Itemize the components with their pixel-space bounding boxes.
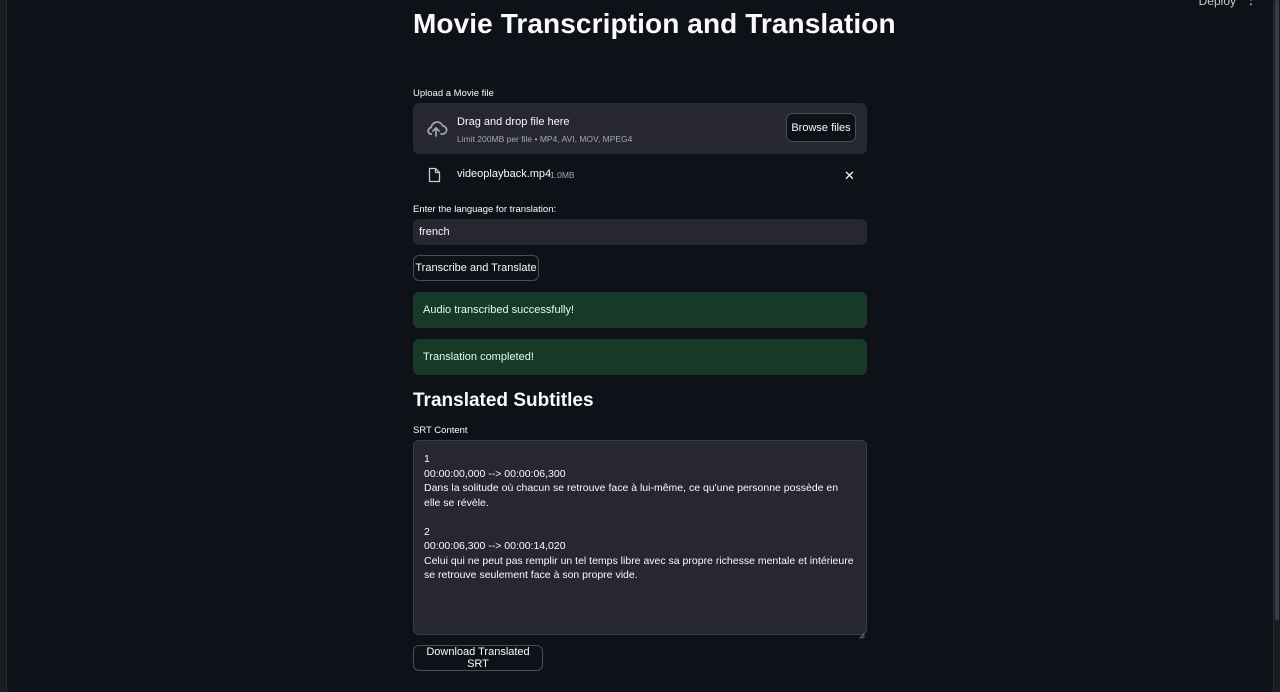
upload-label: Upload a Movie file <box>413 88 494 99</box>
cloud-upload-icon <box>424 119 448 144</box>
success-alert-transcribed: Audio transcribed successfully! <box>413 292 867 328</box>
language-input[interactable] <box>413 219 867 245</box>
uploaded-file-size: 1.0MB <box>550 170 575 180</box>
srt-content-label: SRT Content <box>413 425 468 436</box>
file-dropzone[interactable]: Drag and drop file here Limit 200MB per … <box>413 103 867 154</box>
language-label: Enter the language for translation: <box>413 204 557 215</box>
uploaded-file-row: videoplayback.mp4 1.0MB ✕ <box>413 162 867 188</box>
scrollbar-thumb[interactable] <box>1275 0 1279 620</box>
translated-subtitles-heading: Translated Subtitles <box>413 390 594 411</box>
main-menu-icon[interactable]: ⋮ <box>1244 0 1258 6</box>
transcribe-translate-button[interactable]: Transcribe and Translate <box>413 255 539 281</box>
left-window-edge <box>0 0 7 692</box>
download-srt-button[interactable]: Download Translated SRT <box>413 645 543 671</box>
srt-content-textarea[interactable]: 1 00:00:00,000 --> 00:00:06,300 Dans la … <box>413 440 867 635</box>
resize-handle-icon[interactable] <box>859 626 865 639</box>
file-icon <box>428 167 441 188</box>
uploaded-file-name: videoplayback.mp4 <box>457 168 552 180</box>
page-title: Movie Transcription and Translation <box>413 8 896 39</box>
page-scrollbar[interactable] <box>1273 0 1280 692</box>
browse-files-button[interactable]: Browse files <box>786 113 856 142</box>
remove-file-icon[interactable]: ✕ <box>844 168 855 184</box>
success-alert-translated: Translation completed! <box>413 339 867 375</box>
dropzone-limit-text: Limit 200MB per file • MP4, AVI, MOV, MP… <box>457 134 633 144</box>
dropzone-title: Drag and drop file here <box>457 116 570 128</box>
deploy-button[interactable]: Deploy <box>1199 0 1236 8</box>
